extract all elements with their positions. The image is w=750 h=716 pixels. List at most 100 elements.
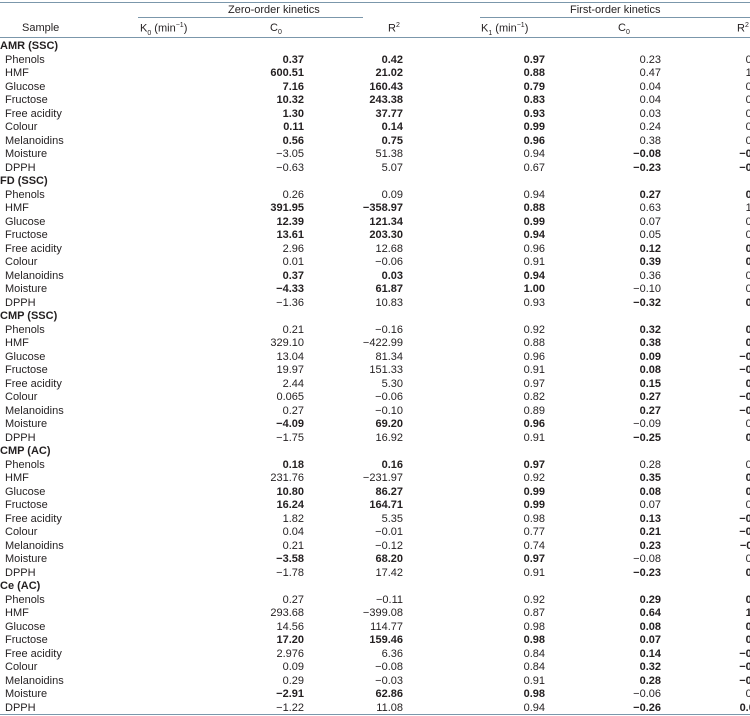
c0-first-value: 0.15 (745, 337, 750, 349)
spacer-cell (135, 459, 176, 473)
spacer-cell (135, 621, 176, 635)
r2-zero-value: 0.99 (523, 121, 545, 133)
parameter-name: Colour (5, 526, 38, 538)
r2-zero-value: 0.96 (523, 418, 545, 430)
group-label: CMP (SSC) (0, 310, 58, 322)
table-row: DPPH−1.7817.420.91−0.230.030.99 (0, 567, 750, 581)
c0-first-value: −0.04 (739, 148, 750, 160)
parameter-name: Moisture (5, 553, 48, 565)
table-row: Phenols0.27−0.110.920.290.080.99 (0, 594, 750, 608)
c0-first-value: 0.09 (745, 80, 750, 93)
k1-value: 0.47 (639, 67, 661, 79)
k1-value: −0.08 (633, 553, 661, 565)
table-row: Free acidity1.825.350.980.13−0.020.99 (0, 513, 750, 527)
table-row: Moisture−2.9162.860.98−0.060.060.96 (0, 688, 750, 702)
c0-zero-value: 61.87 (375, 283, 403, 295)
table-row: HMF600.5121.020.880.471.100.74 (0, 67, 750, 81)
k1-value: −0.25 (633, 431, 661, 444)
c0-zero-value: 68.20 (375, 553, 403, 565)
table-row: Colour0.065−0.060.820.27−0.390.90 (0, 391, 750, 405)
k1-value: 0.09 (639, 350, 661, 363)
c0-first-value: 0.04 (745, 499, 750, 511)
spacer-cell (135, 270, 176, 284)
c0-first-value: 0.03 (745, 485, 750, 498)
k1-value: 0.28 (639, 458, 661, 471)
parameter-name: Moisture (5, 283, 48, 295)
c0-first-value: 0.04 (745, 107, 750, 120)
k1-value: −0.23 (633, 161, 661, 174)
c0-first-value: 0.23 (745, 53, 750, 66)
parameter-name: DPPH (5, 296, 36, 309)
c0-first-value: 0.12 (745, 188, 750, 201)
k0-value: 600.51 (270, 67, 304, 79)
c0-first-value: −0.00 (739, 350, 750, 363)
k1-value: 0.08 (639, 364, 661, 376)
k0-value: −4.33 (276, 283, 304, 295)
r2-zero-value: 0.94 (523, 701, 545, 714)
table-row: Melanoidins0.560.750.960.380.150.89 (0, 135, 750, 149)
k1-value: 0.08 (639, 620, 661, 633)
spacer-cell (135, 513, 176, 527)
spacer-cell (135, 648, 176, 662)
k1-value: −0.10 (633, 283, 661, 295)
r2-zero-value: 0.88 (523, 67, 545, 79)
parameter-name: Free acidity (5, 647, 62, 660)
k1-value: −0.23 (633, 566, 661, 579)
r2-zero-value: 0.79 (523, 80, 545, 93)
table-row: Phenols0.180.160.970.280.000.96 (0, 459, 750, 473)
group-header-row: CMP (SSC) (0, 310, 750, 324)
table-row: HMF391.95−358.970.880.631.000.86 (0, 202, 750, 216)
spacer-cell (135, 54, 176, 68)
c0-first-header: C0 (618, 22, 630, 37)
k0-value: −1.78 (276, 566, 304, 579)
spacer-cell (135, 121, 176, 135)
group-label: CMP (AC) (0, 445, 51, 457)
k0-value: 14.56 (276, 620, 304, 633)
c0-first-value: 0.04 (745, 283, 750, 295)
spacer-cell (135, 162, 176, 176)
parameter-name: DPPH (5, 161, 36, 174)
r2-zero-value: 0.97 (523, 553, 545, 565)
r2-zero-value: 0.88 (523, 202, 545, 214)
kinetics-table: AMR (SSC)Phenols0.370.420.970.230.230.94… (0, 40, 750, 715)
table-row: Free acidity2.9766.360.840.14−0.130.92 (0, 648, 750, 662)
c0-first-value: 0.21 (745, 296, 750, 309)
c0-first-value: −0.05 (739, 404, 750, 417)
c0-first-value: 0.03 (745, 634, 750, 646)
table-row: Colour0.09−0.080.840.32−0.270.97 (0, 661, 750, 675)
c0-first-value: 0.03 (745, 229, 750, 241)
parameter-name: Melanoidins (5, 539, 64, 552)
k0-value: 0.09 (282, 661, 304, 673)
c0-first-value: −0.11 (739, 539, 750, 552)
parameter-name: Moisture (5, 148, 48, 160)
table-row: Glucose7.16160.430.790.040.090.75 (0, 81, 750, 95)
parameter-name: Moisture (5, 418, 48, 430)
r2-zero-value: 0.91 (523, 674, 545, 687)
parameter-name: Fructose (5, 229, 48, 241)
parameter-name: DPPH (5, 566, 36, 579)
k1-value: 0.29 (639, 593, 661, 606)
r2-zero-value: 0.96 (523, 350, 545, 363)
r2-zero-value: 0.98 (523, 512, 545, 525)
k0-value: 0.56 (282, 134, 304, 147)
k0-value: 0.21 (282, 323, 304, 336)
c0-zero-value: 114.77 (370, 620, 403, 633)
c0-first-value: −0.39 (739, 391, 750, 403)
group-label: Ce (AC) (0, 580, 41, 592)
parameter-name: HMF (5, 202, 29, 214)
r2-zero-value: 0.98 (523, 620, 545, 633)
parameter-name: Fructose (5, 364, 48, 376)
r2-zero-value: 0.91 (523, 566, 545, 579)
k0-header: K0 (min−1) (140, 22, 188, 37)
parameter-name: Glucose (5, 215, 46, 228)
c0-first-value: 0.03 (745, 566, 750, 579)
k1-value: 0.07 (639, 634, 661, 646)
r2-zero-value: 0.82 (523, 391, 545, 403)
table-row: Colour0.01−0.060.910.390.010.99 (0, 256, 750, 270)
spacer-cell (135, 607, 176, 621)
r2-zero-value: 0.77 (523, 526, 545, 538)
r2-zero-value: 0.96 (523, 242, 545, 255)
spacer-cell (135, 526, 176, 540)
k1-value: 0.12 (639, 242, 661, 255)
group-label: FD (SSC) (0, 175, 48, 187)
